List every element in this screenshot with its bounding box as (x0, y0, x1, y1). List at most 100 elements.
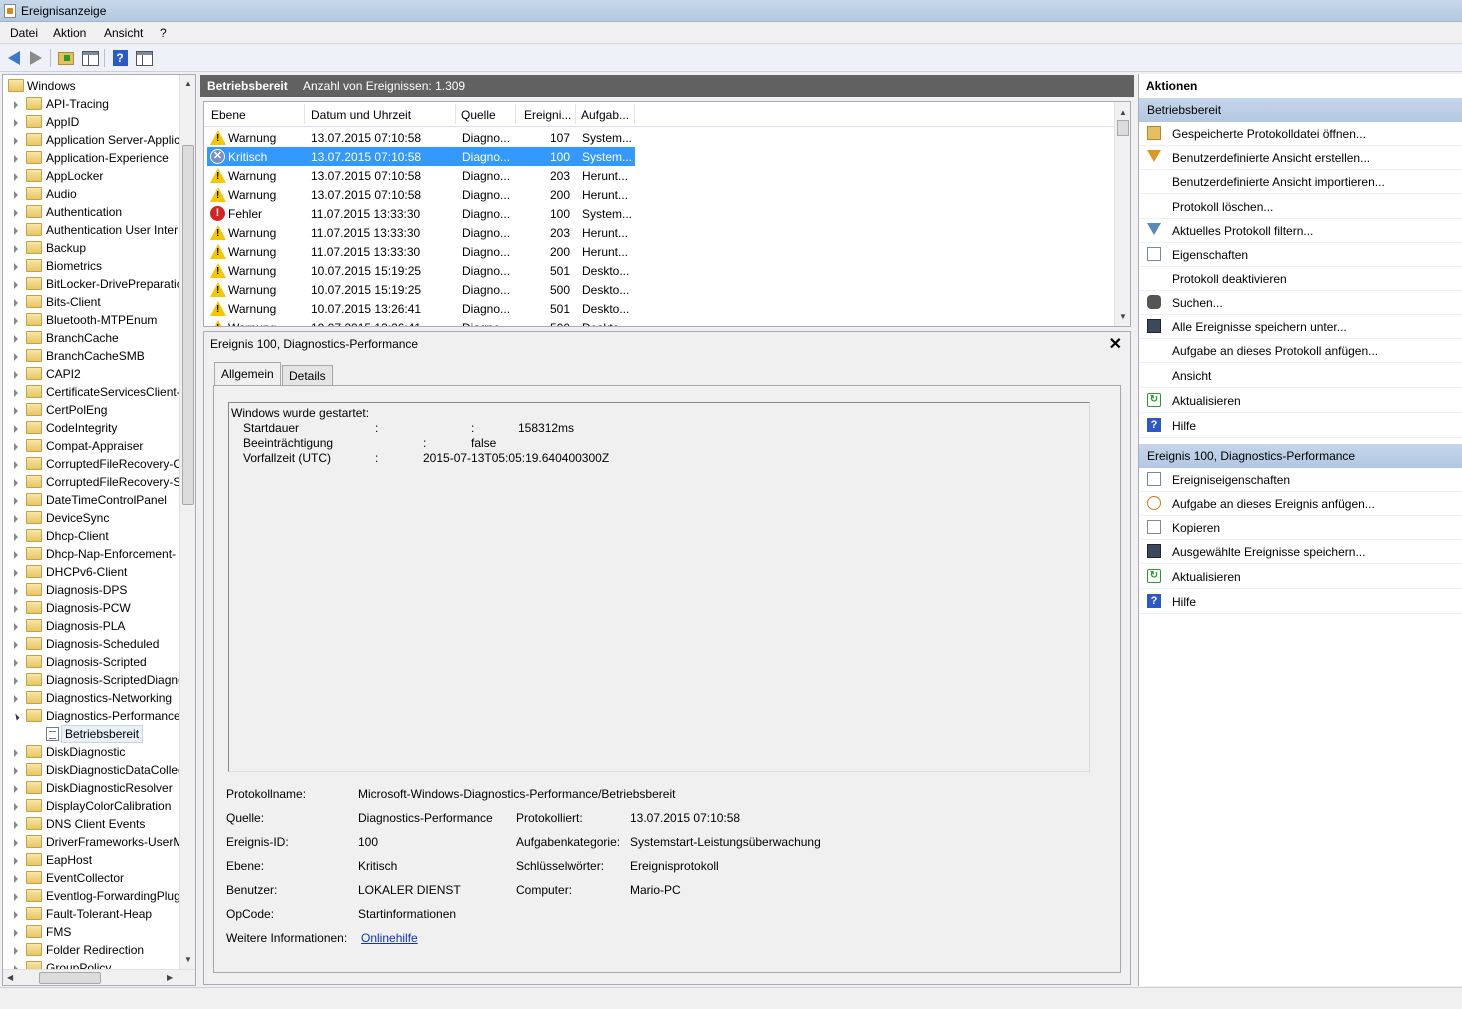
tree-item[interactable]: CorruptedFileRecovery-Se (3, 473, 181, 491)
expand-icon[interactable] (14, 875, 18, 883)
event-row[interactable]: ✕ Kritisch 13.07.2015 07:10:58 Diagno... 100… (207, 147, 635, 166)
tree-item[interactable]: DHCPv6-Client (3, 563, 181, 581)
tree-item[interactable]: Authentication (3, 203, 181, 221)
tree-item[interactable]: AppLocker (3, 167, 181, 185)
expand-icon[interactable] (14, 659, 18, 667)
column-divider[interactable] (634, 104, 635, 124)
expand-icon[interactable] (14, 263, 18, 271)
tree-item[interactable]: EapHost (3, 851, 181, 869)
value-ereignis-id[interactable]: 100 (358, 835, 378, 849)
expand-icon[interactable] (14, 911, 18, 919)
event-message[interactable]: Windows wurde gestartet: Startdauer : : … (228, 402, 1090, 772)
tree-item[interactable]: EventCollector (3, 869, 181, 887)
tree-item[interactable]: DisplayColorCalibration (3, 797, 181, 815)
expand-icon[interactable] (14, 497, 18, 505)
value-schluesselwoerter[interactable]: Ereignisprotokoll (630, 859, 719, 873)
tree-item[interactable]: Backup (3, 239, 181, 257)
expand-icon[interactable] (14, 443, 18, 451)
expand-icon[interactable] (14, 749, 18, 757)
action-item[interactable]: ? Hilfe (1139, 414, 1462, 438)
tab-allgemein[interactable]: Allgemein (214, 362, 281, 386)
expand-icon[interactable] (14, 281, 18, 289)
tree-item[interactable]: BranchCacheSMB (3, 347, 181, 365)
event-row[interactable]: Warnung 13.07.2015 07:10:58 Diagno... 200 He… (207, 185, 635, 204)
action-item[interactable]: Protokoll deaktivieren (1139, 267, 1462, 291)
tree-item[interactable]: Bluetooth-MTPEnum (3, 311, 181, 329)
event-list-scrollbar[interactable]: ▲ ▼ (1114, 102, 1130, 326)
action-item[interactable]: Protokoll löschen... (1139, 195, 1462, 219)
expand-icon[interactable] (14, 461, 18, 469)
scroll-down-icon[interactable]: ▼ (1119, 312, 1127, 321)
event-row[interactable]: Warnung 11.07.2015 13:33:30 Diagno... 200 He… (207, 242, 635, 261)
column-divider[interactable] (575, 104, 576, 124)
scroll-up-icon[interactable]: ▲ (184, 79, 192, 88)
tree-item[interactable]: API-Tracing (3, 95, 181, 113)
expand-icon[interactable] (14, 317, 18, 325)
tree-item[interactable]: Compat-Appraiser (3, 437, 181, 455)
value-computer[interactable]: Mario-PC (630, 883, 681, 897)
expand-icon[interactable] (14, 425, 18, 433)
action-item[interactable]: Suchen... (1139, 291, 1462, 315)
expand-icon[interactable] (14, 947, 18, 955)
tree-item-windows[interactable]: Windows (3, 77, 181, 95)
tree-item[interactable]: Diagnostics-Networking (3, 689, 181, 707)
tree-item[interactable]: DriverFrameworks-UserM (3, 833, 181, 851)
tree-item[interactable]: Dhcp-Client (3, 527, 181, 545)
expand-icon[interactable] (14, 245, 18, 253)
actions-section-log[interactable]: Betriebsbereit (1139, 98, 1462, 122)
expand-icon[interactable] (14, 785, 18, 793)
expand-icon[interactable] (14, 569, 18, 577)
expand-icon[interactable] (14, 119, 18, 127)
expand-icon[interactable] (14, 839, 18, 847)
expand-icon[interactable] (14, 335, 18, 343)
event-row[interactable]: ! Fehler 11.07.2015 13:33:30 Diagno... 100 Sy… (207, 204, 635, 223)
column-header-source[interactable]: Quelle (461, 108, 496, 122)
expand-icon[interactable] (14, 551, 18, 559)
action-item[interactable]: ↻ Aktualisieren (1139, 389, 1462, 413)
expand-icon[interactable] (14, 227, 18, 235)
back-button[interactable] (4, 48, 24, 68)
expand-icon[interactable] (14, 767, 18, 775)
tree-item[interactable]: BranchCache (3, 329, 181, 347)
column-header-event-id[interactable]: Ereigni... (524, 108, 571, 122)
tree-item[interactable]: CertificateServicesClient- (3, 383, 181, 401)
action-item[interactable]: Ansicht (1139, 364, 1462, 388)
expand-icon[interactable] (14, 605, 18, 613)
action-item[interactable]: Aufgabe an dieses Ereignis anfügen... (1139, 492, 1462, 516)
tree-item[interactable]: Audio (3, 185, 181, 203)
action-item[interactable]: Aktuelles Protokoll filtern... (1139, 219, 1462, 243)
tree-item[interactable]: Diagnosis-Scheduled (3, 635, 181, 653)
column-header-date[interactable]: Datum und Uhrzeit (311, 108, 411, 122)
expand-icon[interactable] (14, 173, 18, 181)
tree-item[interactable]: Folder Redirection (3, 941, 181, 959)
value-benutzer[interactable]: LOKALER DIENST (358, 883, 461, 897)
value-opcode[interactable]: Startinformationen (358, 907, 456, 921)
action-item[interactable]: Ausgewählte Ereignisse speichern... (1139, 540, 1462, 564)
event-row[interactable]: Warnung 10.07.2015 15:19:25 Diagno... 500 De… (207, 280, 635, 299)
action-item[interactable]: Benutzerdefinierte Ansicht importieren..… (1139, 170, 1462, 194)
expand-icon[interactable] (14, 641, 18, 649)
expand-icon[interactable] (14, 623, 18, 631)
action-item[interactable]: Alle Ereignisse speichern unter... (1139, 315, 1462, 339)
expand-icon[interactable] (14, 101, 18, 109)
tree-item[interactable]: Application Server-Applic (3, 131, 181, 149)
tree-item[interactable]: Bits-Client (3, 293, 181, 311)
show-hide-tree-button[interactable] (80, 48, 100, 68)
tree-horizontal-scrollbar[interactable]: ◀ ▶ (3, 969, 195, 985)
expand-icon[interactable] (14, 191, 18, 199)
event-row[interactable]: Warnung 10.07.2015 13:26:41 Diagno... 500 De… (207, 318, 635, 326)
tree-item[interactable]: DateTimeControlPanel (3, 491, 181, 509)
help-button[interactable]: ? (110, 48, 130, 68)
expand-icon[interactable] (14, 389, 18, 397)
value-protokolliert[interactable]: 13.07.2015 07:10:58 (630, 811, 740, 825)
tab-details[interactable]: Details (282, 365, 333, 386)
collapse-icon[interactable] (12, 713, 20, 721)
tree-item[interactable]: Diagnostics-Performance (3, 707, 181, 725)
expand-icon[interactable] (14, 803, 18, 811)
event-row[interactable]: Warnung 11.07.2015 13:33:30 Diagno... 203 He… (207, 223, 635, 242)
menu-ansicht[interactable]: Ansicht (104, 26, 143, 40)
expand-icon[interactable] (14, 353, 18, 361)
tree-item[interactable]: CAPI2 (3, 365, 181, 383)
value-quelle[interactable]: Diagnostics-Performance (358, 811, 493, 825)
value-protokollname[interactable]: Microsoft-Windows-Diagnostics-Performanc… (358, 787, 675, 801)
